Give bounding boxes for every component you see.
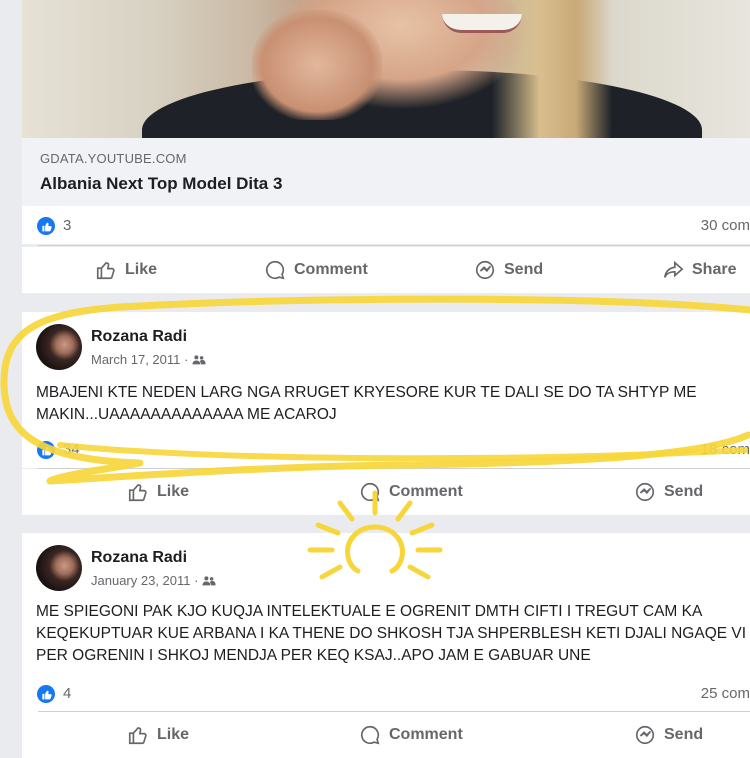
reactions-row: 3 30 com bbox=[22, 206, 750, 244]
thumbnail-mouth bbox=[442, 14, 522, 33]
link-title[interactable]: Albania Next Top Model Dita 3 bbox=[40, 174, 282, 194]
comment-label: Comment bbox=[294, 261, 368, 278]
comment-icon bbox=[360, 725, 380, 745]
action-bar: Like Comment Send bbox=[22, 712, 750, 758]
send-icon bbox=[635, 725, 655, 745]
like-label: Like bbox=[157, 483, 190, 500]
action-bar: Like Comment Send Share bbox=[22, 247, 750, 293]
send-icon bbox=[475, 260, 495, 280]
comment-count[interactable]: 30 com bbox=[701, 217, 750, 234]
like-label: Like bbox=[157, 726, 190, 743]
divider bbox=[38, 245, 750, 246]
send-button[interactable]: Send bbox=[634, 712, 703, 758]
audience-friends-icon bbox=[192, 354, 206, 364]
like-icon[interactable] bbox=[37, 217, 55, 235]
action-bar: Like Comment Send bbox=[22, 469, 750, 515]
audience-friends-icon bbox=[202, 575, 217, 585]
reaction-count[interactable]: 3 bbox=[63, 217, 71, 234]
send-label: Send bbox=[504, 261, 544, 278]
comment-count[interactable]: 18 com bbox=[701, 441, 750, 458]
post-text: MBAJENI KTE NEDEN LARG NGA RRUGET KRYESO… bbox=[36, 384, 697, 423]
comment-button[interactable]: Comment bbox=[359, 712, 463, 758]
comment-count[interactable]: 25 com bbox=[701, 685, 750, 702]
author-name[interactable]: Rozana Radi bbox=[91, 328, 187, 346]
like-button[interactable]: Like bbox=[95, 247, 157, 293]
like-icon bbox=[128, 727, 147, 745]
comment-button[interactable]: Comment bbox=[264, 247, 368, 293]
share-label: Share bbox=[692, 261, 737, 278]
comment-label: Comment bbox=[389, 726, 463, 743]
video-thumbnail[interactable] bbox=[22, 0, 750, 138]
reaction-count[interactable]: 4 bbox=[63, 685, 71, 702]
avatar[interactable] bbox=[36, 545, 82, 591]
post-date-text: January 23, 2011 · bbox=[91, 573, 199, 588]
post-date-text: March 17, 2011 · bbox=[91, 352, 189, 367]
reactions-row: 34 18 com bbox=[22, 430, 750, 468]
post-text: ME SPIEGONI PAK KJO KUQJA INTELEKTUALE E… bbox=[36, 603, 747, 664]
send-icon bbox=[635, 482, 655, 502]
send-label: Send bbox=[664, 726, 704, 743]
comment-button[interactable]: Comment bbox=[359, 469, 463, 515]
like-icon bbox=[128, 484, 147, 502]
like-button[interactable]: Like bbox=[127, 469, 189, 515]
like-icon[interactable] bbox=[37, 441, 55, 459]
avatar[interactable] bbox=[36, 324, 82, 370]
post-date[interactable]: March 17, 2011 · bbox=[91, 352, 206, 367]
comment-icon bbox=[360, 482, 380, 502]
like-icon bbox=[96, 262, 115, 280]
link-domain: GDATA.YOUTUBE.COM bbox=[40, 151, 187, 166]
comment-label: Comment bbox=[389, 483, 463, 500]
post-date[interactable]: January 23, 2011 · bbox=[91, 573, 217, 588]
like-label: Like bbox=[125, 261, 158, 278]
send-button[interactable]: Send bbox=[474, 247, 543, 293]
send-label: Send bbox=[664, 483, 704, 500]
reaction-count[interactable]: 34 bbox=[63, 441, 80, 458]
reactions-row: 4 25 com bbox=[22, 674, 750, 712]
thumbnail-hand bbox=[252, 10, 382, 120]
share-button[interactable]: Share bbox=[662, 247, 736, 293]
like-button[interactable]: Like bbox=[127, 712, 189, 758]
send-button[interactable]: Send bbox=[634, 469, 703, 515]
post-card: Rozana Radi January 23, 2011 · ME SPIEGO… bbox=[22, 533, 750, 675]
link-preview[interactable]: GDATA.YOUTUBE.COM Albania Next Top Model… bbox=[22, 138, 750, 206]
like-icon[interactable] bbox=[37, 685, 55, 703]
comment-icon bbox=[265, 260, 285, 280]
share-icon bbox=[663, 260, 684, 278]
author-name[interactable]: Rozana Radi bbox=[91, 549, 187, 567]
